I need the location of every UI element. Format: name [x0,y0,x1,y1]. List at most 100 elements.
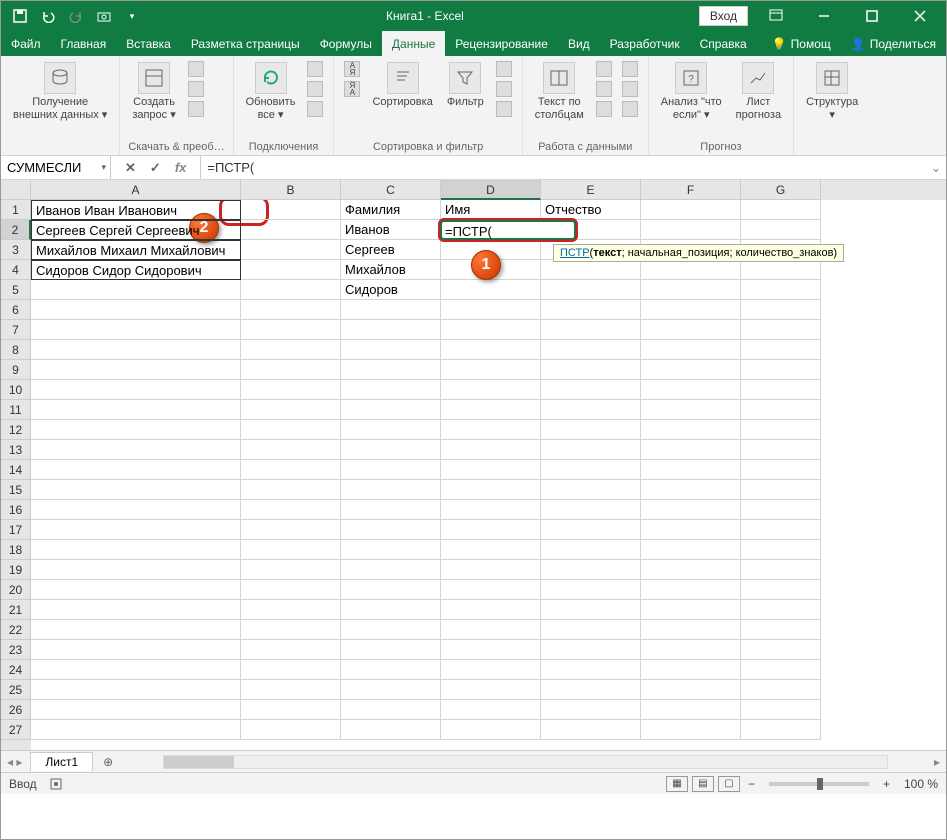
cell-b5[interactable] [241,280,341,300]
cell-c12[interactable] [341,420,441,440]
cell-d7[interactable] [441,320,541,340]
tell-me[interactable]: 💡Помощ [762,31,841,56]
maximize-button[interactable] [852,2,892,30]
cell-f27[interactable] [641,720,741,740]
cell-g11[interactable] [741,400,821,420]
whatif-button[interactable]: ? Анализ "что если" ▾ [657,60,726,124]
cell-a3[interactable]: Михайлов Михаил Михайлович [31,240,241,260]
cell-a8[interactable] [31,340,241,360]
reapply-button[interactable] [494,80,514,98]
row-header-10[interactable]: 10 [1,380,31,400]
column-header-a[interactable]: A [31,180,241,200]
cell-f13[interactable] [641,440,741,460]
cell-c5[interactable]: Сидоров [341,280,441,300]
cell-d24[interactable] [441,660,541,680]
cell-f7[interactable] [641,320,741,340]
close-button[interactable] [900,2,940,30]
redo-icon[interactable] [67,7,85,25]
tab-help[interactable]: Справка [690,31,757,56]
cell-f2[interactable] [641,220,741,240]
tab-review[interactable]: Рецензирование [445,31,558,56]
cell-c1[interactable]: Фамилия [341,200,441,220]
cell-a6[interactable] [31,300,241,320]
cell-b13[interactable] [241,440,341,460]
cell-a7[interactable] [31,320,241,340]
cell-e8[interactable] [541,340,641,360]
cell-c9[interactable] [341,360,441,380]
advanced-button[interactable] [494,100,514,118]
tab-view[interactable]: Вид [558,31,600,56]
cell-a11[interactable] [31,400,241,420]
cell-c26[interactable] [341,700,441,720]
cell-c24[interactable] [341,660,441,680]
row-header-18[interactable]: 18 [1,540,31,560]
cell-c25[interactable] [341,680,441,700]
share-button[interactable]: 👤Поделиться [841,31,946,56]
row-header-2[interactable]: 2 [1,220,31,240]
hscroll-thumb[interactable] [164,756,234,768]
cell-d6[interactable] [441,300,541,320]
column-header-g[interactable]: G [741,180,821,200]
cell-b24[interactable] [241,660,341,680]
cell-c17[interactable] [341,520,441,540]
active-cell-d2[interactable]: =ПСТР( [438,218,578,242]
cell-b23[interactable] [241,640,341,660]
cell-b3[interactable] [241,240,341,260]
select-all-corner[interactable] [1,180,31,200]
cell-b10[interactable] [241,380,341,400]
row-header-22[interactable]: 22 [1,620,31,640]
flash-fill-button[interactable] [594,60,614,78]
cell-b22[interactable] [241,620,341,640]
cell-g2[interactable] [741,220,821,240]
cell-b4[interactable] [241,260,341,280]
cell-b11[interactable] [241,400,341,420]
cell-d12[interactable] [441,420,541,440]
macro-record-icon[interactable] [49,777,63,791]
cell-f21[interactable] [641,600,741,620]
cell-a12[interactable] [31,420,241,440]
cell-e14[interactable] [541,460,641,480]
properties-button[interactable] [305,80,325,98]
row-header-24[interactable]: 24 [1,660,31,680]
row-header-15[interactable]: 15 [1,480,31,500]
row-header-25[interactable]: 25 [1,680,31,700]
cell-e5[interactable] [541,280,641,300]
cell-b2[interactable] [241,220,341,240]
cell-g9[interactable] [741,360,821,380]
cell-f24[interactable] [641,660,741,680]
cell-e1[interactable]: Отчество [541,200,641,220]
column-header-b[interactable]: B [241,180,341,200]
cell-g5[interactable] [741,280,821,300]
cancel-formula-button[interactable]: ✕ [125,160,136,176]
cell-g17[interactable] [741,520,821,540]
sort-az-button[interactable]: AЯ [342,60,362,78]
cell-d17[interactable] [441,520,541,540]
cell-e4[interactable] [541,260,641,280]
cell-e11[interactable] [541,400,641,420]
data-model-button[interactable] [620,100,640,118]
row-header-5[interactable]: 5 [1,280,31,300]
cell-f25[interactable] [641,680,741,700]
cell-a10[interactable] [31,380,241,400]
cell-a27[interactable] [31,720,241,740]
cell-d25[interactable] [441,680,541,700]
cell-g7[interactable] [741,320,821,340]
cell-f8[interactable] [641,340,741,360]
data-validation-button[interactable] [594,100,614,118]
show-queries-button[interactable] [186,60,206,78]
cell-g21[interactable] [741,600,821,620]
zoom-thumb[interactable] [817,778,823,790]
cell-d26[interactable] [441,700,541,720]
cell-f6[interactable] [641,300,741,320]
cell-f20[interactable] [641,580,741,600]
cell-c15[interactable] [341,480,441,500]
row-header-4[interactable]: 4 [1,260,31,280]
accept-formula-button[interactable]: ✓ [150,160,161,176]
cell-f18[interactable] [641,540,741,560]
tab-home[interactable]: Главная [51,31,117,56]
cell-f26[interactable] [641,700,741,720]
relationships-button[interactable] [620,80,640,98]
cell-d23[interactable] [441,640,541,660]
cell-a16[interactable] [31,500,241,520]
cell-e26[interactable] [541,700,641,720]
